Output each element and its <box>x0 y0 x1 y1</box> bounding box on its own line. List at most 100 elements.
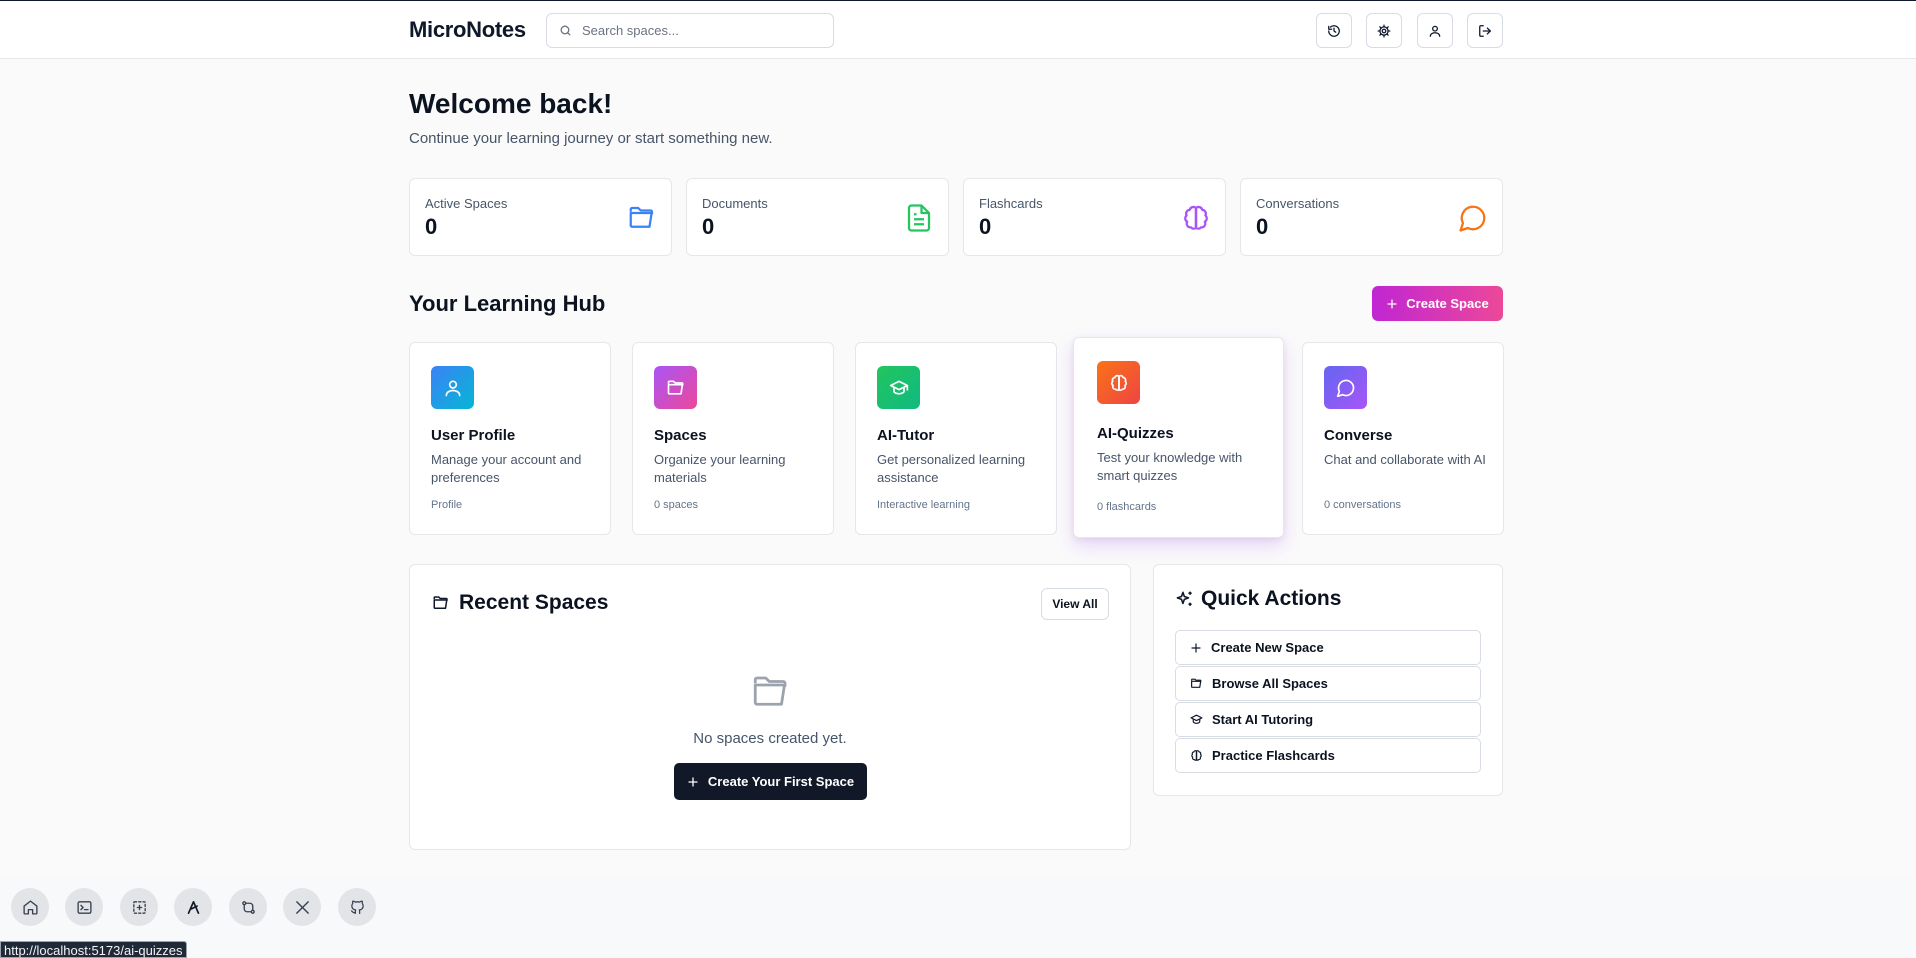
stat-label: Flashcards <box>979 196 1043 211</box>
quick-action-label: Browse All Spaces <box>1212 676 1328 691</box>
dock-sync-button[interactable] <box>229 888 267 926</box>
hub-card-ai-tutor[interactable]: AI-Tutor Get personalized learning assis… <box>855 342 1057 535</box>
hub-card-meta: 0 spaces <box>654 499 699 511</box>
dock-github-button[interactable] <box>338 888 376 926</box>
hub-card-meta: Profile <box>431 499 463 511</box>
recent-spaces-title: Recent Spaces <box>459 591 609 614</box>
empty-state-text: No spaces created yet. <box>693 730 847 747</box>
home-icon <box>22 899 39 916</box>
stat-card-active-spaces: Active Spaces 0 <box>409 178 672 256</box>
history-icon <box>1327 24 1341 38</box>
recent-spaces-header: Recent Spaces <box>432 591 608 615</box>
document-icon <box>904 203 934 233</box>
terminal-icon <box>76 899 93 916</box>
stat-value: 0 <box>702 214 715 239</box>
search-box[interactable] <box>546 13 834 48</box>
app-logo-text[interactable]: MicroNotes <box>409 17 526 43</box>
empty-folder-icon <box>750 671 792 713</box>
dock-screenshot-button[interactable] <box>120 888 158 926</box>
plus-icon <box>1386 298 1398 310</box>
hub-card-meta: Interactive learning <box>877 499 970 511</box>
github-icon <box>349 899 366 916</box>
brain-icon <box>1190 749 1203 762</box>
hub-card-title: AI-Tutor <box>877 427 935 444</box>
quick-action-label: Start AI Tutoring <box>1212 712 1314 727</box>
hub-card-desc: Test your knowledge with smart quizzes <box>1097 450 1243 483</box>
quick-action-start-ai-tutoring[interactable]: Start AI Tutoring <box>1175 702 1481 737</box>
screenshot-icon <box>131 899 148 916</box>
folder-open-icon <box>1190 677 1203 690</box>
hub-card-title: Converse <box>1324 427 1393 444</box>
graduation-cap-icon <box>1190 713 1203 726</box>
quick-actions-title: Quick Actions <box>1201 587 1342 610</box>
chat-icon <box>1324 366 1367 409</box>
recent-spaces-panel: Recent Spaces View All No spaces created… <box>409 564 1131 850</box>
quick-actions-header: Quick Actions <box>1175 587 1341 611</box>
section-title-learning-hub: Your Learning Hub <box>409 291 606 316</box>
settings-icon <box>1377 24 1391 38</box>
stat-label: Conversations <box>1256 196 1340 211</box>
stat-card-documents: Documents 0 <box>686 178 949 256</box>
folder-open-icon <box>432 594 450 612</box>
profile-button[interactable] <box>1417 13 1453 48</box>
history-button[interactable] <box>1316 13 1352 48</box>
user-icon <box>1428 24 1442 38</box>
folder-open-icon <box>654 366 697 409</box>
stat-card-conversations: Conversations 0 <box>1240 178 1503 256</box>
hub-card-title: User Profile <box>431 427 516 444</box>
graduation-cap-icon <box>877 366 920 409</box>
dock-app-button[interactable] <box>174 888 212 926</box>
status-bar-url: http://localhost:5173/ai-quizzes <box>0 941 187 958</box>
hub-card-desc: Get personalized learning assistance <box>877 452 1026 485</box>
plus-icon <box>687 776 699 788</box>
top-nav-bar: MicroNotes <box>0 1 1916 59</box>
sparkles-icon <box>1175 590 1194 609</box>
brain-icon <box>1097 361 1140 404</box>
quick-action-label: Create New Space <box>1211 640 1324 655</box>
stat-label: Active Spaces <box>425 196 508 211</box>
quick-action-create-new-space[interactable]: Create New Space <box>1175 630 1481 665</box>
app-logo-icon <box>185 899 202 916</box>
quick-action-browse-all-spaces[interactable]: Browse All Spaces <box>1175 666 1481 701</box>
create-first-space-button[interactable]: Create Your First Space <box>674 763 867 800</box>
logout-button[interactable] <box>1467 13 1503 48</box>
user-icon <box>431 366 474 409</box>
stat-value: 0 <box>979 214 992 239</box>
settings-button[interactable] <box>1366 13 1402 48</box>
hub-card-desc: Manage your account and preferences <box>431 452 582 485</box>
plus-icon <box>1190 642 1202 654</box>
quick-actions-panel: Quick Actions Create New Space Browse Al… <box>1153 564 1503 796</box>
quick-action-practice-flashcards[interactable]: Practice Flashcards <box>1175 738 1481 773</box>
page-subtitle: Continue your learning journey or start … <box>409 130 773 147</box>
hub-card-desc: Chat and collaborate with AI <box>1324 452 1486 467</box>
hub-card-desc: Organize your learning materials <box>654 452 786 485</box>
dock-x-button[interactable] <box>283 888 321 926</box>
hub-card-spaces[interactable]: Spaces Organize your learning materials … <box>632 342 834 535</box>
search-icon <box>559 24 572 37</box>
logout-icon <box>1478 24 1492 38</box>
create-space-label: Create Space <box>1406 296 1489 311</box>
hub-card-converse[interactable]: Converse Chat and collaborate with AI 0 … <box>1302 342 1504 535</box>
hub-card-title: Spaces <box>654 427 707 444</box>
quick-action-label: Practice Flashcards <box>1212 748 1335 763</box>
hub-card-meta: 0 flashcards <box>1097 501 1157 513</box>
stat-value: 0 <box>425 214 438 239</box>
page-title: Welcome back! <box>409 88 613 119</box>
stat-card-flashcards: Flashcards 0 <box>963 178 1226 256</box>
stat-label: Documents <box>702 196 768 211</box>
x-logo-icon <box>294 899 311 916</box>
hub-card-meta: 0 conversations <box>1324 499 1402 511</box>
create-space-button[interactable]: Create Space <box>1372 286 1503 321</box>
folder-open-icon <box>627 203 657 233</box>
brain-icon <box>1181 203 1211 233</box>
hub-card-user-profile[interactable]: User Profile Manage your account and pre… <box>409 342 611 535</box>
search-input[interactable] <box>582 23 822 38</box>
hub-card-ai-quizzes[interactable]: AI-Quizzes Test your knowledge with smar… <box>1073 337 1284 538</box>
chat-icon <box>1458 203 1488 233</box>
sync-icon <box>240 899 257 916</box>
create-first-space-label: Create Your First Space <box>707 774 855 789</box>
dock-terminal-button[interactable] <box>65 888 103 926</box>
dock-home-button[interactable] <box>11 888 49 926</box>
hub-card-title: AI-Quizzes <box>1097 425 1174 442</box>
view-all-button[interactable]: View All <box>1041 588 1109 620</box>
